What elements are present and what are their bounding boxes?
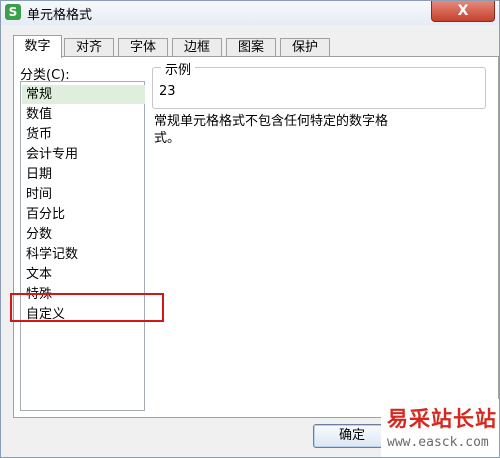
ok-button[interactable]: 确定 — [313, 424, 391, 448]
custom-highlight-box — [10, 293, 164, 322]
tab-border[interactable]: 边框 — [172, 38, 222, 57]
tab-font[interactable]: 字体 — [118, 38, 168, 57]
tab-pattern[interactable]: 图案 — [226, 38, 276, 57]
category-item-date[interactable]: 日期 — [22, 165, 145, 184]
sample-group: 示例 23 — [152, 59, 486, 109]
close-button[interactable]: X — [431, 1, 495, 22]
category-item-currency[interactable]: 货币 — [22, 125, 145, 144]
category-item-time[interactable]: 时间 — [22, 185, 145, 204]
category-item-percentage[interactable]: 百分比 — [22, 205, 145, 224]
category-item-general[interactable]: 常规 — [22, 85, 145, 104]
category-item-number[interactable]: 数值 — [22, 105, 145, 124]
category-item-text[interactable]: 文本 — [22, 265, 145, 284]
tab-alignment[interactable]: 对齐 — [64, 38, 114, 57]
site-watermark: 易采站长站 www.easck.com — [381, 399, 499, 457]
wps-app-icon: S — [5, 4, 21, 20]
dialog-title: 单元格格式 — [27, 8, 93, 23]
sample-value: 23 — [159, 84, 176, 99]
tab-protection[interactable]: 保护 — [280, 38, 330, 57]
format-cells-dialog: S 单元格格式 X 数字 对齐 字体 边框 图案 保护 分类(C): 常规 数值… — [0, 0, 500, 458]
watermark-logo-text: 易采站长站 — [387, 406, 497, 431]
category-item-fraction[interactable]: 分数 — [22, 225, 145, 244]
category-item-scientific[interactable]: 科学记数 — [22, 245, 145, 264]
sample-legend: 示例 — [161, 59, 196, 78]
category-list[interactable]: 常规 数值 货币 会计专用 日期 时间 百分比 分数 科学记数 文本 特殊 自定… — [20, 81, 145, 411]
category-item-accounting[interactable]: 会计专用 — [22, 145, 145, 164]
format-description: 常规单元格格式不包含任何特定的数字格式。 — [154, 114, 389, 146]
watermark-url: www.easck.com — [387, 435, 489, 450]
title-bar[interactable]: S 单元格格式 X — [1, 1, 499, 25]
number-tab-panel: 分类(C): 常规 数值 货币 会计专用 日期 时间 百分比 分数 科学记数 文… — [13, 56, 499, 418]
tab-number[interactable]: 数字 — [13, 35, 62, 58]
